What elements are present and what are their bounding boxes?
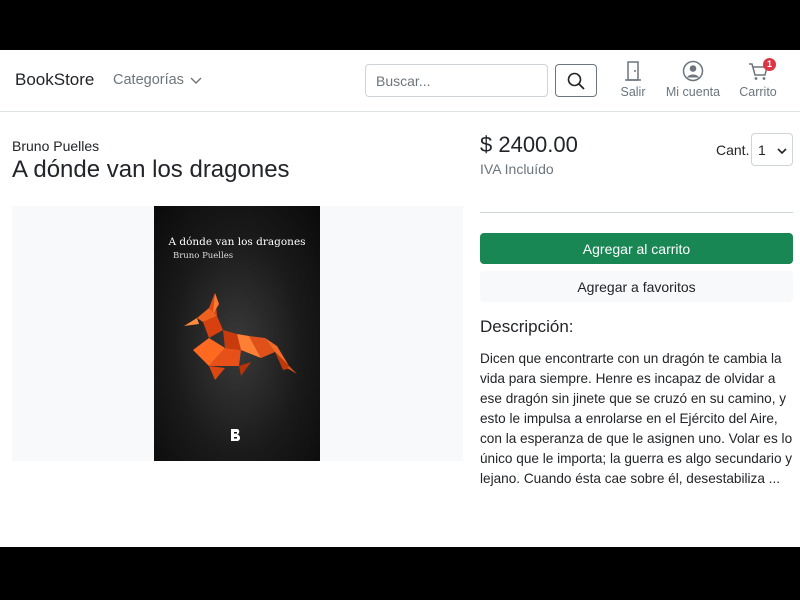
screen-top-letterbox <box>0 0 800 50</box>
search-button[interactable] <box>555 64 597 97</box>
chevron-down-icon <box>190 77 202 84</box>
quantity-select[interactable]: 1 <box>751 133 793 166</box>
quantity-label: Cant. <box>716 142 750 158</box>
tax-note: IVA Incluído <box>480 161 554 177</box>
account-link[interactable]: Mi cuenta <box>662 60 724 99</box>
origami-dragon-illustration <box>184 293 297 380</box>
cart-label: Carrito <box>739 85 777 99</box>
cover-title-text: A dónde van los dragones <box>168 236 306 248</box>
search-icon <box>567 72 585 90</box>
product-title: A dónde van los dragones <box>12 156 290 183</box>
cart-link[interactable]: 1 Carrito <box>735 58 781 99</box>
screen-bottom-letterbox <box>0 547 800 600</box>
search-input[interactable] <box>365 64 548 97</box>
product-image-area: A dónde van los dragones Bruno Puelles <box>12 206 463 461</box>
publisher-b-logo <box>231 429 240 441</box>
book-cover-image: A dónde van los dragones Bruno Puelles <box>154 206 320 461</box>
description-text: Dicen que encontrarte con un dragón te c… <box>480 351 793 486</box>
product-price: $ 2400.00 <box>480 132 578 157</box>
user-circle-icon <box>682 60 704 82</box>
categories-label: Categorías <box>113 72 184 88</box>
logout-link[interactable]: Salir <box>617 60 649 99</box>
add-to-favorites-button[interactable]: Agregar a favoritos <box>480 271 793 302</box>
cart-count-badge: 1 <box>763 58 776 71</box>
logout-label: Salir <box>620 85 646 99</box>
divider <box>480 212 793 213</box>
add-to-cart-button[interactable]: Agregar al carrito <box>480 233 793 264</box>
categories-dropdown[interactable]: Categorías <box>113 72 202 88</box>
description-heading: Descripción: <box>480 317 574 336</box>
bookstore-app: BookStore Categorías Salir Mi cuenta 1 C… <box>0 50 800 547</box>
brand-link[interactable]: BookStore <box>15 70 94 90</box>
account-label: Mi cuenta <box>665 85 721 99</box>
door-icon <box>625 61 641 81</box>
chevron-down-icon <box>777 148 787 155</box>
navbar: BookStore Categorías Salir Mi cuenta 1 C… <box>0 50 800 112</box>
quantity-value: 1 <box>758 141 766 158</box>
cover-author-text: Bruno Puelles <box>173 251 234 261</box>
product-author[interactable]: Bruno Puelles <box>12 138 99 154</box>
